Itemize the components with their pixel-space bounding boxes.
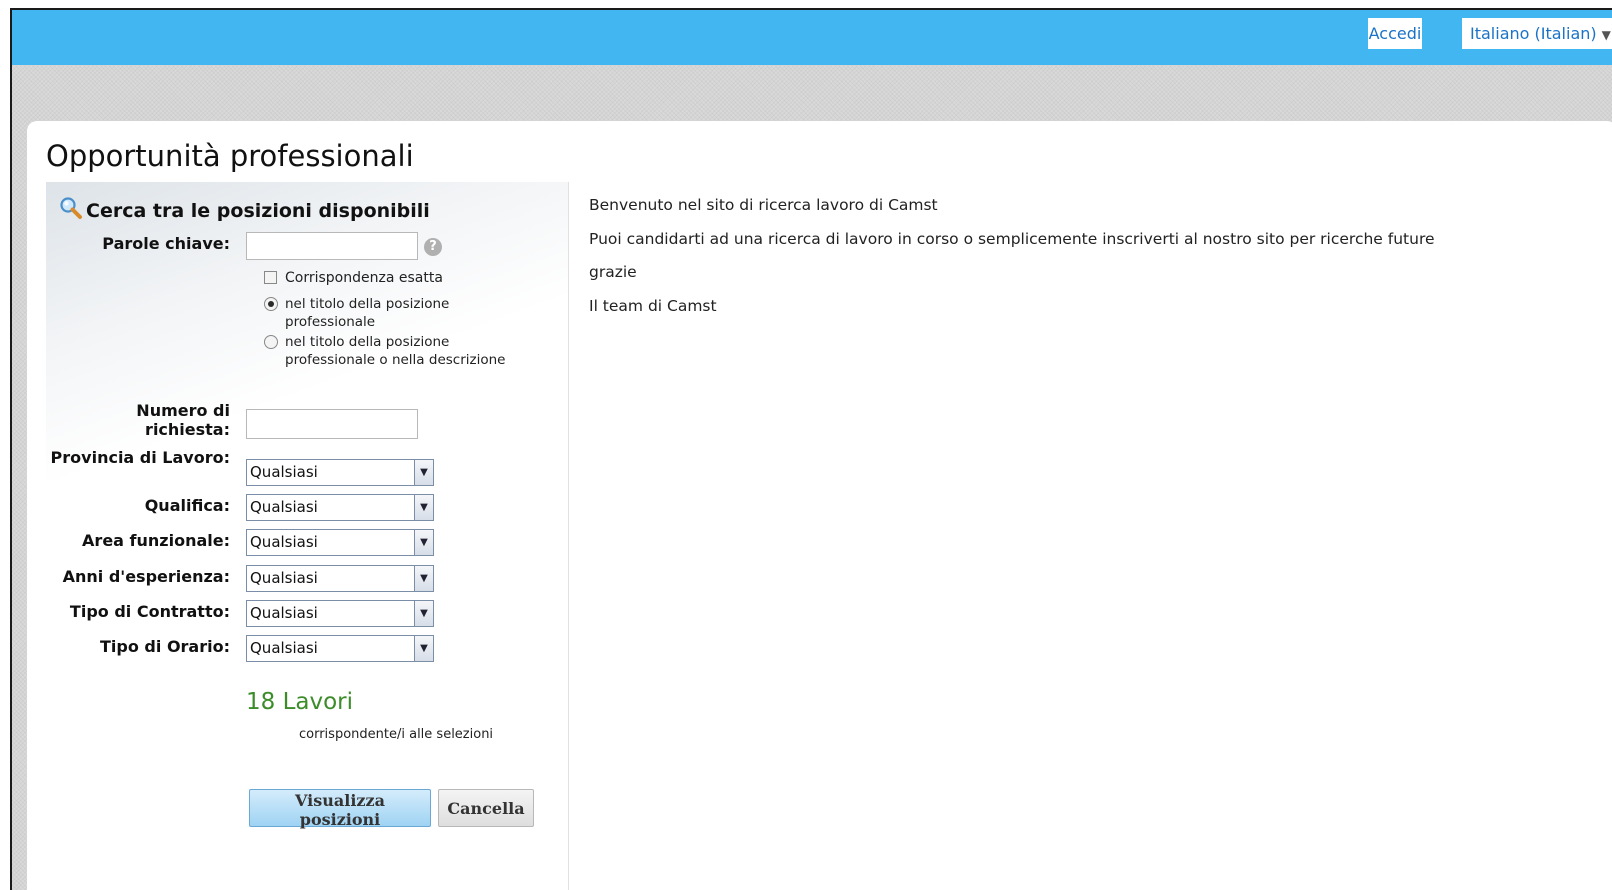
province-select[interactable]: Qualsiasi ▼ — [246, 459, 434, 486]
scope-title-label: nel titolo della posizione professionale — [285, 296, 450, 330]
chevron-down-icon: ▼ — [414, 566, 433, 591]
filter-label-experience: Anni d'esperienza: — [62, 567, 230, 586]
experience-select-value: Qualsiasi — [250, 569, 318, 587]
chevron-down-icon: ▼ — [414, 495, 433, 520]
experience-select[interactable]: Qualsiasi ▼ — [246, 565, 434, 592]
welcome-line: Puoi candidarti ad una ricerca di lavoro… — [589, 229, 1435, 248]
schedule-type-select[interactable]: Qualsiasi ▼ — [246, 635, 434, 662]
content-card: Opportunità professionali Cerca tra le p… — [27, 121, 1612, 890]
keywords-label: Parole chiave: — [102, 234, 230, 253]
filter-label-contract-type: Tipo di Contratto: — [69, 602, 230, 621]
top-navigation-bar: Accedi Italiano (Italian) ▼ — [12, 10, 1612, 65]
chevron-down-icon: ▼ — [414, 460, 433, 485]
request-number-label: Numero di richiesta: — [136, 401, 230, 439]
results-count: 18 Lavori — [246, 689, 354, 715]
exact-match-label: Corrispondenza esatta — [285, 270, 443, 286]
scope-title-description-label: nel titolo della posizione professionale… — [285, 334, 506, 368]
schedule-type-select-value: Qualsiasi — [250, 639, 318, 657]
contract-type-select-value: Qualsiasi — [250, 604, 318, 622]
contract-type-select[interactable]: Qualsiasi ▼ — [246, 600, 434, 627]
welcome-line: grazie — [589, 263, 637, 281]
welcome-message: Benvenuto nel sito di ricerca lavoro di … — [589, 195, 1435, 329]
cancel-button[interactable]: Cancella — [438, 789, 534, 827]
browser-frame: Accedi Italiano (Italian) ▼ Opportunità p… — [10, 8, 1612, 890]
login-link[interactable]: Accedi — [1368, 18, 1422, 49]
functional-area-select[interactable]: Qualsiasi ▼ — [246, 529, 434, 556]
keywords-input[interactable] — [246, 232, 418, 260]
scope-title-option[interactable]: nel titolo della posizione professionale — [264, 295, 525, 331]
exact-match-checkbox[interactable] — [264, 271, 277, 284]
functional-area-select-value: Qualsiasi — [250, 533, 318, 551]
language-label: Italiano (Italian) — [1470, 24, 1597, 43]
view-positions-button[interactable]: Visualizza posizioni — [249, 789, 431, 829]
scope-title-description-option[interactable]: nel titolo della posizione professionale… — [264, 333, 525, 369]
magnifier-icon — [59, 196, 83, 225]
caret-down-icon: ▼ — [1601, 28, 1611, 42]
request-number-input[interactable] — [246, 409, 418, 439]
welcome-line: Benvenuto nel sito di ricerca lavoro di … — [589, 196, 938, 214]
chevron-down-icon: ▼ — [414, 601, 433, 626]
chevron-down-icon: ▼ — [414, 530, 433, 555]
search-panel: Cerca tra le posizioni disponibili Parol… — [46, 182, 569, 890]
filter-label-schedule-type: Tipo di Orario: — [100, 637, 230, 656]
exact-match-option[interactable]: Corrispondenza esatta — [264, 270, 443, 286]
search-panel-title: Cerca tra le posizioni disponibili — [86, 200, 430, 222]
search-panel-header: Cerca tra le posizioni disponibili — [59, 196, 430, 225]
page-title: Opportunità professionali — [46, 139, 414, 173]
qualification-select-value: Qualsiasi — [250, 498, 318, 516]
welcome-line: Il team di Camst — [589, 296, 717, 315]
language-selector[interactable]: Italiano (Italian) ▼ — [1462, 18, 1612, 49]
filter-label-functional-area: Area funzionale: — [82, 531, 230, 550]
chevron-down-icon: ▼ — [414, 636, 433, 661]
qualification-select[interactable]: Qualsiasi ▼ — [246, 494, 434, 521]
results-caption: corrispondente/i alle selezioni — [299, 727, 494, 742]
scope-title-radio[interactable] — [264, 297, 278, 311]
province-select-value: Qualsiasi — [250, 463, 318, 481]
scope-title-description-radio[interactable] — [264, 335, 278, 349]
help-icon[interactable]: ? — [424, 238, 442, 256]
filter-label-province: Provincia di Lavoro: — [50, 448, 230, 467]
filter-label-qualification: Qualifica: — [144, 496, 230, 515]
